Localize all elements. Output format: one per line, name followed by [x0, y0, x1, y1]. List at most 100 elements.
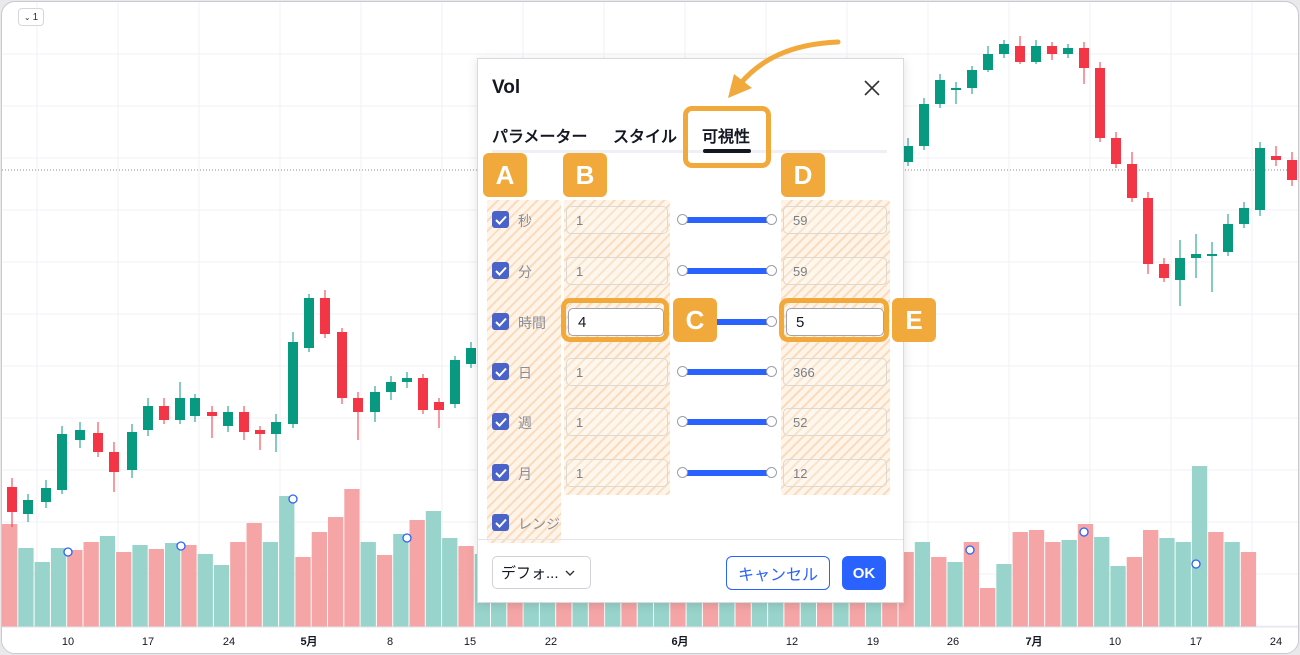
months-from-input[interactable]: 1	[566, 459, 668, 487]
event-marker	[63, 547, 73, 557]
volume-bar	[931, 557, 947, 627]
candle	[386, 376, 396, 400]
minutes-to-input[interactable]: 59	[783, 257, 887, 285]
callout-e: E	[892, 298, 936, 342]
candle	[983, 46, 993, 72]
checkbox-ranges[interactable]	[492, 514, 509, 531]
hours-slider-handle-max[interactable]	[766, 316, 777, 327]
ok-button[interactable]: OK	[842, 556, 886, 590]
checkbox-minutes[interactable]	[492, 262, 509, 279]
volume-bar	[409, 520, 425, 627]
months-slider-handle-max[interactable]	[766, 467, 777, 478]
volume-bar	[1045, 542, 1061, 627]
chevron-down-icon	[565, 570, 575, 576]
checkbox-days[interactable]	[492, 363, 509, 380]
candle	[967, 66, 977, 94]
days-to-input[interactable]: 366	[783, 358, 887, 386]
check-icon	[494, 367, 507, 377]
event-marker	[288, 494, 298, 504]
from-column-highlight	[564, 200, 670, 495]
pointer-arrow-icon	[728, 39, 841, 98]
volume-bar	[181, 545, 197, 627]
cancel-button[interactable]: キャンセル	[726, 556, 830, 590]
candle	[418, 374, 428, 414]
volume-bar	[18, 548, 34, 627]
to-column-highlight	[781, 200, 890, 495]
row-label-seconds: 秒	[518, 213, 532, 229]
volume-bar	[442, 538, 458, 627]
callout-b: B	[563, 153, 607, 197]
check-icon	[494, 468, 507, 478]
weeks-to-input[interactable]: 52	[783, 408, 887, 436]
volume-bar	[963, 542, 979, 627]
candle	[1223, 214, 1233, 256]
candle	[337, 328, 347, 404]
event-marker	[1191, 559, 1201, 569]
tab-style[interactable]: スタイル	[613, 123, 677, 147]
weeks-slider-handle-min[interactable]	[677, 416, 688, 427]
interval-label: 1	[32, 11, 39, 23]
close-icon[interactable]	[861, 77, 883, 99]
checkbox-hours[interactable]	[492, 313, 509, 330]
seconds-from-input[interactable]: 1	[566, 206, 668, 234]
row-label-weeks: 週	[518, 415, 532, 431]
defaults-dropdown[interactable]: デフォ...	[492, 556, 591, 589]
candle	[1127, 152, 1137, 202]
x-axis-tick-label: 12	[786, 636, 798, 648]
interval-button[interactable]: ⌄ 1	[18, 8, 44, 26]
candle	[1063, 44, 1073, 58]
seconds-to-input[interactable]: 59	[783, 206, 887, 234]
hours-to-highlight	[779, 298, 889, 342]
volume-bar	[1224, 542, 1240, 627]
candle	[75, 422, 85, 448]
minutes-from-input[interactable]: 1	[566, 257, 668, 285]
x-axis-tick-label: 24	[223, 636, 235, 648]
row-label-months: 月	[518, 466, 532, 482]
x-axis-tick-label: 22	[545, 636, 557, 648]
callout-a: A	[483, 153, 527, 197]
months-range-slider[interactable]	[683, 470, 771, 476]
candle	[1271, 146, 1281, 166]
seconds-range-slider[interactable]	[683, 217, 771, 223]
seconds-slider-handle-min[interactable]	[677, 214, 688, 225]
candle	[127, 424, 137, 478]
x-axis-tick-label: 17	[142, 636, 154, 648]
minutes-slider-handle-min[interactable]	[677, 265, 688, 276]
event-marker	[402, 533, 412, 543]
candle	[1287, 152, 1297, 186]
x-axis-tick-label: 5月	[300, 635, 317, 648]
volume-bar	[328, 517, 344, 627]
checkbox-months[interactable]	[492, 464, 509, 481]
x-axis-tick-label: 10	[1109, 636, 1121, 648]
minutes-slider-handle-max[interactable]	[766, 265, 777, 276]
weeks-slider-handle-max[interactable]	[766, 416, 777, 427]
volume-bar	[376, 555, 393, 627]
seconds-slider-handle-max[interactable]	[766, 214, 777, 225]
dialog-title: Vol	[492, 77, 521, 98]
days-slider-handle-max[interactable]	[766, 366, 777, 377]
check-icon	[494, 317, 507, 327]
x-axis-tick-label: 17	[1190, 636, 1202, 648]
candle	[255, 426, 265, 450]
tab-parameters[interactable]: パラメーター	[492, 123, 588, 147]
months-slider-handle-min[interactable]	[677, 467, 688, 478]
candle	[93, 422, 103, 457]
days-range-slider[interactable]	[683, 369, 771, 375]
row-label-hours: 時間	[518, 315, 546, 331]
days-slider-handle-min[interactable]	[677, 366, 688, 377]
weeks-range-slider[interactable]	[683, 419, 771, 425]
chevron-down-icon: ⌄	[23, 12, 31, 22]
volume-bar	[295, 557, 311, 627]
volume-bar	[1077, 524, 1094, 627]
days-from-input[interactable]: 1	[566, 358, 668, 386]
checkbox-seconds[interactable]	[492, 211, 509, 228]
volume-bar	[311, 532, 327, 627]
minutes-range-slider[interactable]	[683, 268, 771, 274]
candle	[1143, 192, 1153, 274]
x-axis-tick-label: 15	[464, 636, 476, 648]
candle	[320, 290, 330, 338]
weeks-from-input[interactable]: 1	[566, 408, 668, 436]
volume-bar	[2, 524, 18, 627]
months-to-input[interactable]: 12	[783, 459, 887, 487]
checkbox-weeks[interactable]	[492, 413, 509, 430]
